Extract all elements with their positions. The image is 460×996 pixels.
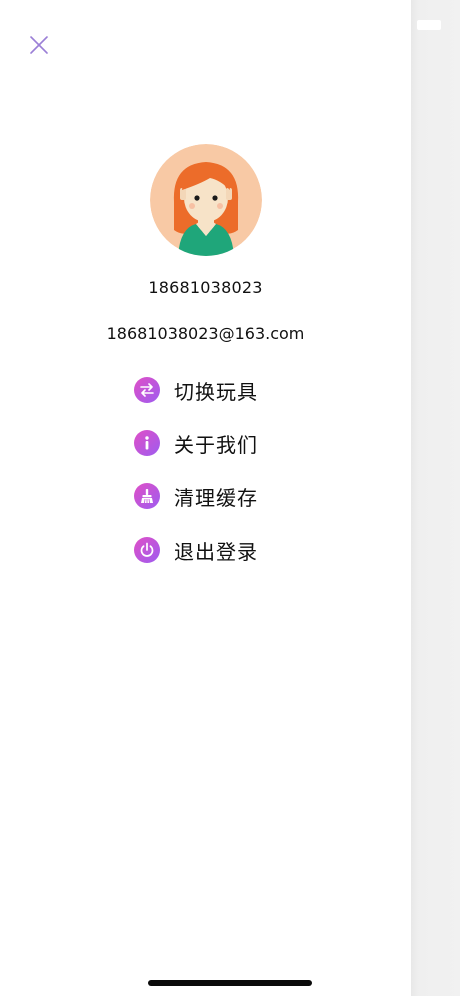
menu-item-label: 退出登录	[174, 539, 258, 564]
user-email: 18681038023@163.com	[106, 324, 305, 343]
info-icon	[134, 430, 160, 456]
close-icon	[30, 36, 48, 54]
screen: 18681038023 18681038023@163.com 切换玩具 关于我…	[0, 0, 460, 996]
menu-item-clear-cache[interactable]: 清理缓存	[134, 479, 284, 513]
power-icon	[134, 537, 160, 563]
menu-item-switch-toy[interactable]: 切换玩具	[134, 373, 284, 407]
menu-item-label: 清理缓存	[174, 485, 258, 510]
side-drawer: 18681038023 18681038023@163.com 切换玩具 关于我…	[0, 0, 411, 996]
menu-item-label: 关于我们	[174, 432, 258, 457]
home-indicator[interactable]	[148, 980, 312, 986]
avatar-girl-icon	[150, 144, 262, 256]
underlying-page-bar	[417, 20, 441, 30]
broom-icon	[134, 483, 160, 509]
underlying-page-overlay[interactable]	[411, 0, 460, 996]
avatar[interactable]	[150, 144, 262, 256]
close-button[interactable]	[22, 28, 56, 62]
switch-arrows-icon	[134, 377, 160, 403]
user-phone: 18681038023	[148, 278, 263, 297]
menu-item-label: 切换玩具	[174, 379, 258, 404]
menu-item-logout[interactable]: 退出登录	[134, 533, 284, 567]
menu-item-about-us[interactable]: 关于我们	[134, 426, 284, 460]
